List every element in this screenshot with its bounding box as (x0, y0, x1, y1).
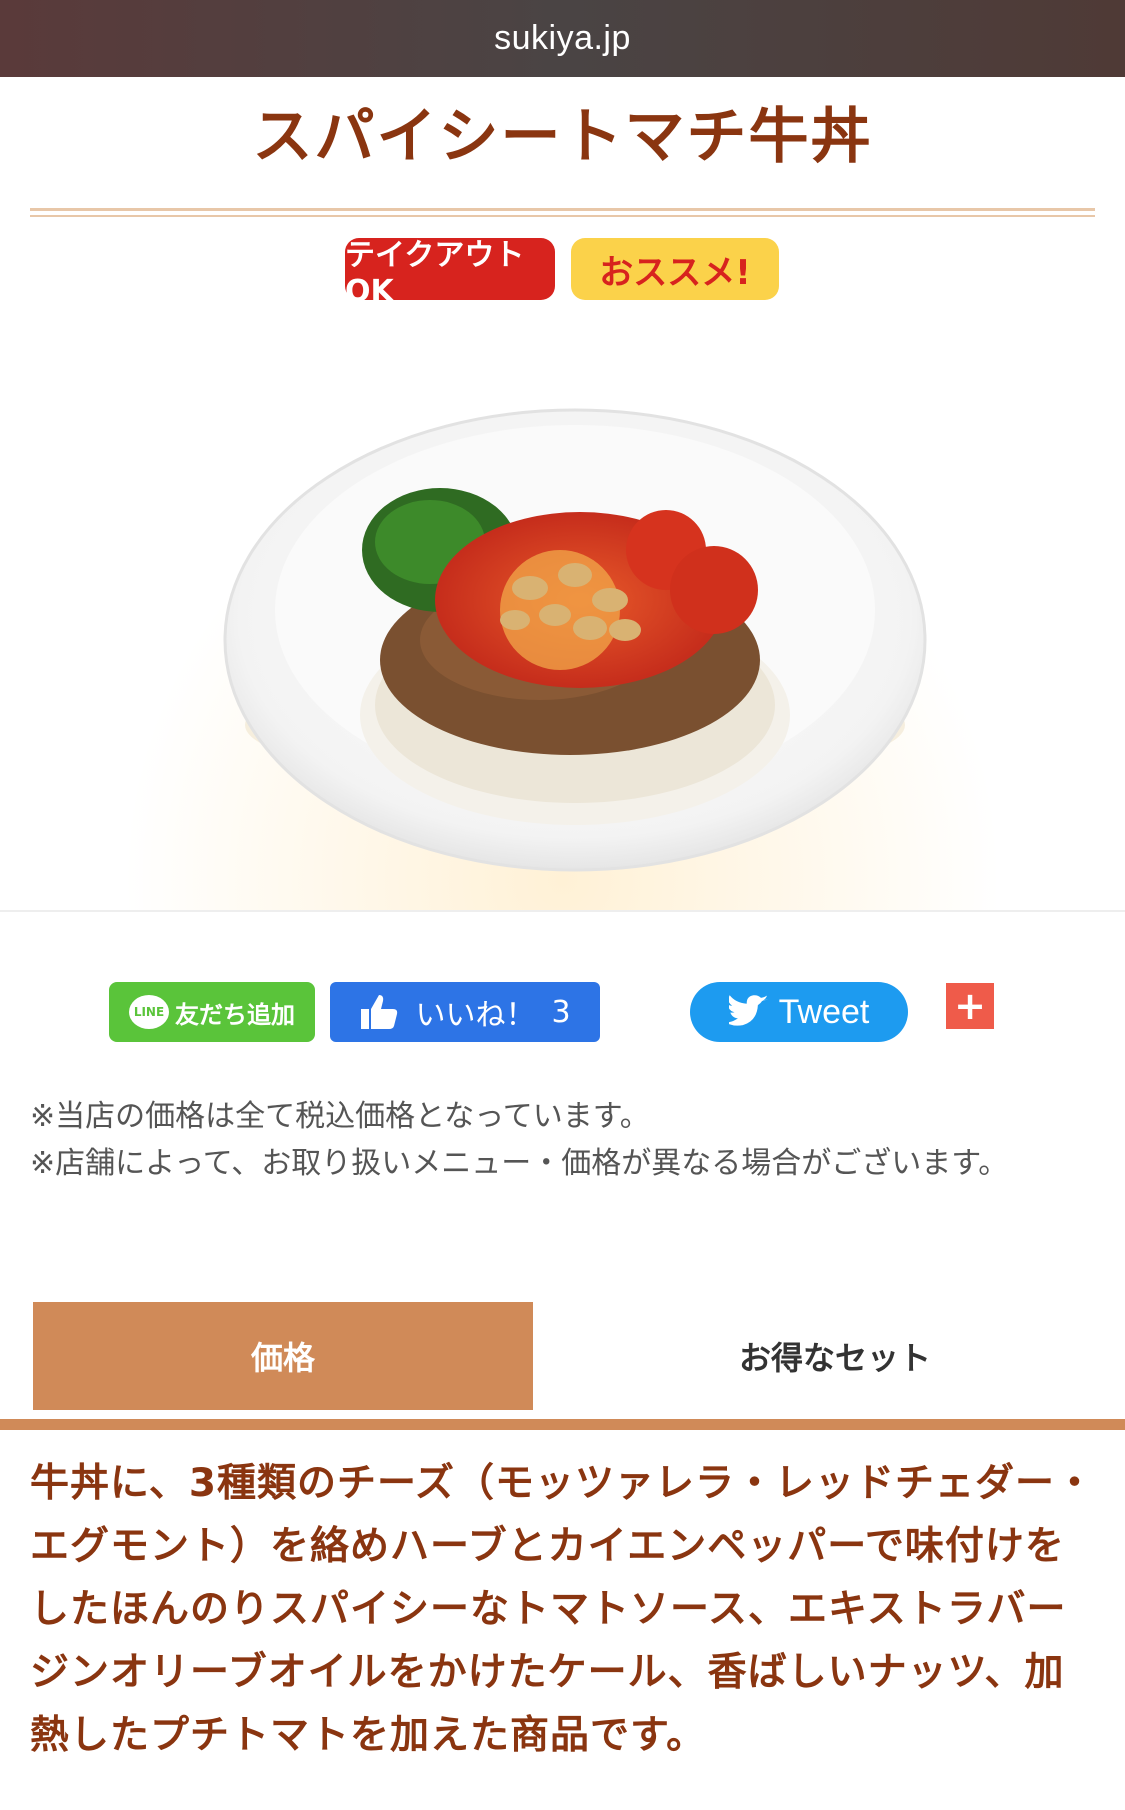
share-plus-button[interactable]: + (946, 983, 994, 1029)
takeout-badge: テイクアウトOK (345, 238, 555, 309)
line-icon: LINE (129, 995, 169, 1029)
title-divider-inner (30, 215, 1095, 217)
facebook-like-button[interactable]: いいね！ 3 (330, 982, 600, 1042)
price-notes: ※当店の価格は全て税込価格となっています。 ※店舗によって、お取り扱いメニュー・… (30, 1093, 1100, 1187)
tab-price[interactable]: 価格 (33, 1302, 533, 1410)
product-description: 牛丼に、3種類のチーズ（モッツァレラ・レッドチェダー・エグモント）を絡めハーブと… (30, 1461, 1096, 1758)
photo-divider (0, 910, 1125, 912)
browser-url-bar[interactable]: sukiya.jp (0, 0, 1125, 77)
tab-value-set[interactable]: お得なセット (585, 1302, 1085, 1410)
page-title: スパイシートマチ牛丼 (252, 102, 873, 172)
title-divider (30, 208, 1095, 211)
thumbs-up-icon (361, 995, 398, 1029)
like-label: いいね！ (415, 998, 536, 1033)
tweet-label: Tweet (778, 992, 870, 1031)
tweet-button[interactable]: Tweet (690, 982, 908, 1042)
line-add-friend-button[interactable]: LINE 友だち追加 (109, 982, 315, 1042)
gyudon-bowl-image (223, 408, 927, 872)
url-text: sukiya.jp (494, 19, 631, 57)
product-photo (0, 310, 1125, 910)
recommend-badge: おススメ! (571, 238, 779, 300)
note-tax-included: ※当店の価格は全て税込価格となっています。 (30, 1099, 650, 1134)
line-button-label: 友だち追加 (175, 1000, 295, 1029)
tab-underline (0, 1419, 1125, 1430)
note-store-differences: ※店舗によって、お取り扱いメニュー・価格が異なる場合がございます。 (30, 1146, 1009, 1181)
like-count: 3 (551, 994, 571, 1030)
twitter-bird-icon (728, 995, 768, 1026)
